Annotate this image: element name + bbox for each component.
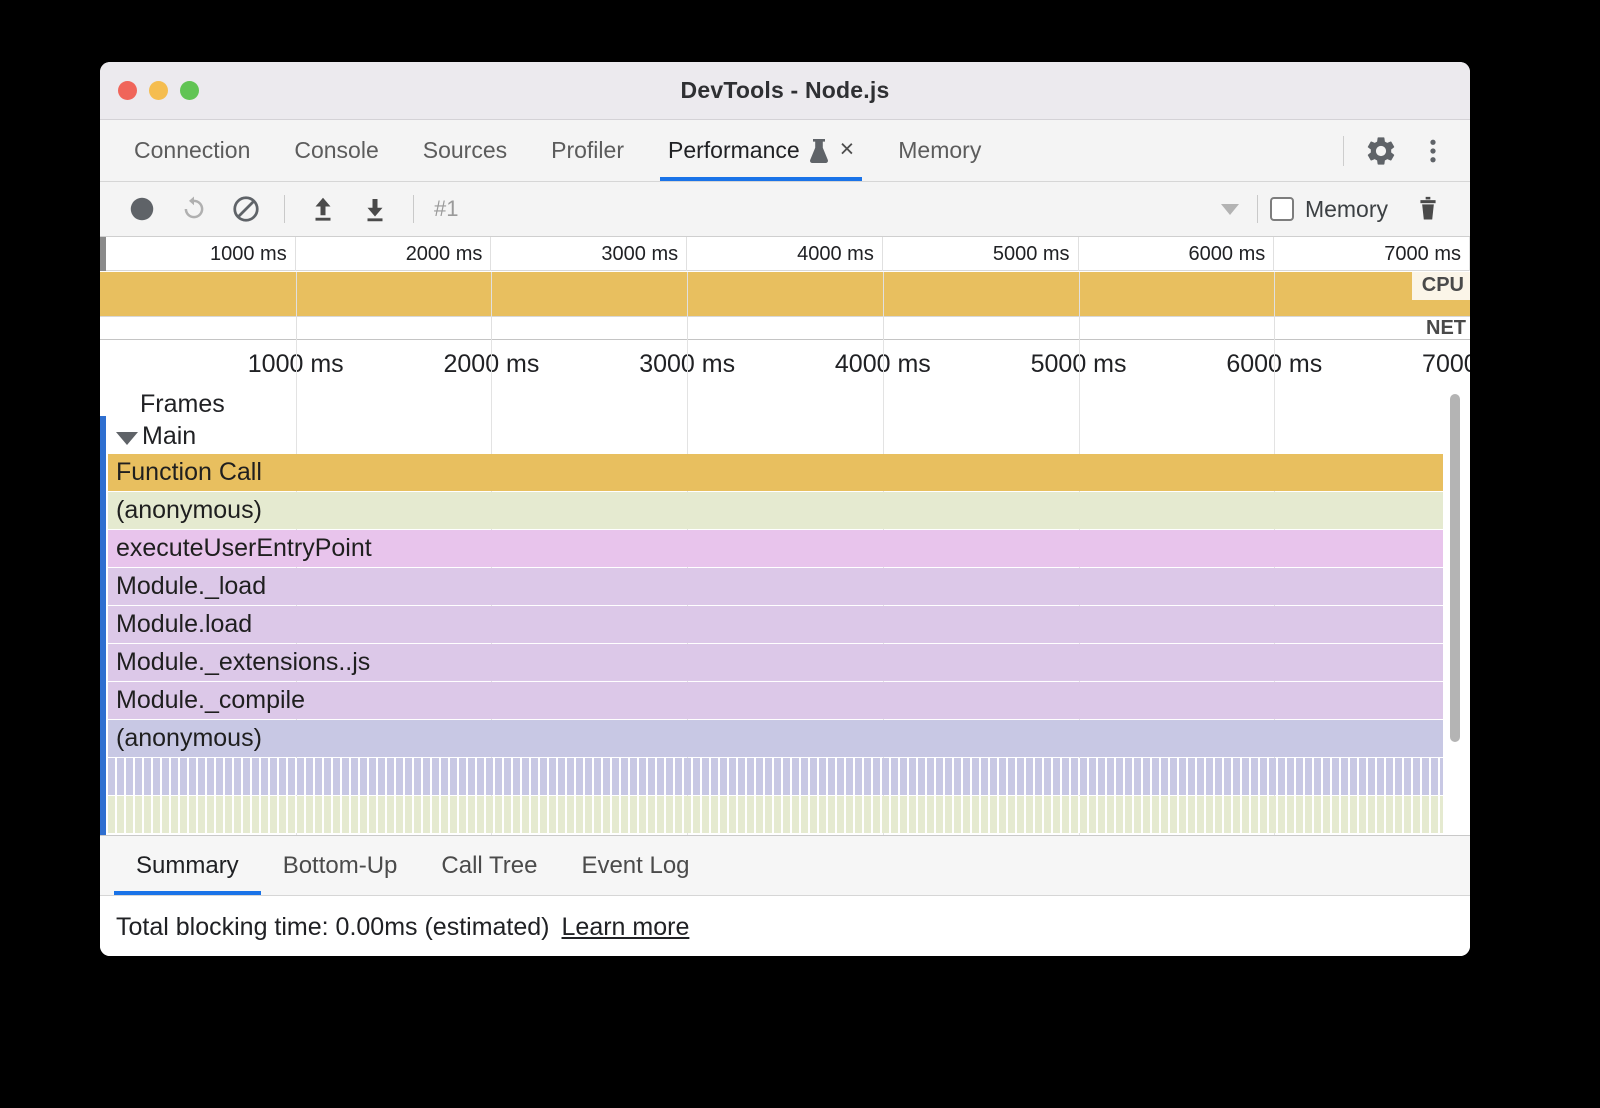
overview-tick: 2000 ms xyxy=(296,237,492,271)
tab-label: Summary xyxy=(136,852,239,880)
overview-gridline xyxy=(883,272,884,340)
details-tabbar: Summary Bottom-Up Call Tree Event Log xyxy=(100,836,1470,896)
flame-chart[interactable]: 1000 ms2000 ms3000 ms4000 ms5000 ms6000 … xyxy=(100,340,1470,836)
chevron-down-icon[interactable] xyxy=(1221,204,1239,215)
flamechart-bar[interactable]: (anonymous) xyxy=(108,720,1443,757)
overview-tick: 7000 ms xyxy=(1274,237,1470,271)
tab-label: Event Log xyxy=(581,852,689,880)
tab-label: Bottom-Up xyxy=(283,852,398,880)
devtools-window: DevTools - Node.js Connection Console So… xyxy=(100,62,1470,956)
main-track-label[interactable]: Main xyxy=(142,422,196,451)
tab-console[interactable]: Console xyxy=(272,120,400,181)
tab-performance[interactable]: Performance × xyxy=(646,120,876,181)
tab-label: Performance xyxy=(668,137,800,164)
tab-event-log[interactable]: Event Log xyxy=(559,836,711,895)
frames-track-label: Frames xyxy=(140,390,225,419)
window-title: DevTools - Node.js xyxy=(100,77,1470,104)
overview-tick: 5000 ms xyxy=(883,237,1079,271)
session-selector[interactable]: #1 xyxy=(426,196,1221,222)
tab-label: Profiler xyxy=(551,137,624,164)
overview-gridline xyxy=(296,272,297,340)
divider xyxy=(413,195,414,223)
tab-memory[interactable]: Memory xyxy=(876,120,1003,181)
tab-profiler[interactable]: Profiler xyxy=(529,120,646,181)
flask-icon xyxy=(809,138,829,164)
flamechart-striped-row[interactable] xyxy=(108,758,1443,795)
tab-label: Call Tree xyxy=(441,852,537,880)
main-track-marker xyxy=(100,416,106,835)
flamechart-scrollbar[interactable] xyxy=(1448,392,1462,744)
flamechart-bar[interactable]: Module._load xyxy=(108,568,1443,605)
divider xyxy=(1343,136,1344,166)
gear-icon[interactable] xyxy=(1364,134,1398,168)
overview-gridline xyxy=(1274,272,1275,340)
tab-connection[interactable]: Connection xyxy=(112,120,272,181)
flamechart-bar-label: Function Call xyxy=(116,458,262,487)
tab-label: Memory xyxy=(898,137,981,164)
learn-more-link[interactable]: Learn more xyxy=(562,913,690,942)
flamechart-bar-label: Module._compile xyxy=(116,686,305,715)
tab-label: Sources xyxy=(423,137,507,164)
upload-arrow-icon[interactable] xyxy=(297,189,349,229)
flamechart-tick: 7000 ms xyxy=(1422,340,1470,386)
net-track: NET xyxy=(100,316,1470,340)
memory-label: Memory xyxy=(1305,196,1388,223)
flamechart-bar[interactable]: Module.load xyxy=(108,606,1443,643)
reload-icon[interactable] xyxy=(168,189,220,229)
tab-call-tree[interactable]: Call Tree xyxy=(419,836,559,895)
summary-statusbar: Total blocking time: 0.00ms (estimated) … xyxy=(100,896,1470,956)
tab-summary[interactable]: Summary xyxy=(114,836,261,895)
overview-tick: 6000 ms xyxy=(1079,237,1275,271)
tab-bottom-up[interactable]: Bottom-Up xyxy=(261,836,420,895)
tab-sources[interactable]: Sources xyxy=(401,120,529,181)
flamechart-bar-label: Module.load xyxy=(116,610,252,639)
trash-icon[interactable] xyxy=(1402,189,1454,229)
divider xyxy=(1257,195,1258,223)
close-icon[interactable]: × xyxy=(840,137,855,162)
download-arrow-icon[interactable] xyxy=(349,189,401,229)
overview-ruler: 1000 ms2000 ms3000 ms4000 ms5000 ms6000 … xyxy=(100,237,1470,271)
tabbar-actions xyxy=(1343,120,1470,181)
flamechart-bar-label: (anonymous) xyxy=(116,496,262,525)
flamechart-bar-label: (anonymous) xyxy=(116,724,262,753)
overview-tick: 1000 ms xyxy=(100,237,296,271)
cpu-activity-band xyxy=(100,272,1470,316)
timeline-overview[interactable]: 1000 ms2000 ms3000 ms4000 ms5000 ms6000 … xyxy=(100,237,1470,340)
flamechart-bar-label: Module._load xyxy=(116,572,266,601)
flamechart-bar-label: Module._extensions..js xyxy=(116,648,370,677)
net-track-label: NET xyxy=(1426,317,1466,340)
flamechart-bar[interactable]: Module._extensions..js xyxy=(108,644,1443,681)
flamechart-bar[interactable]: Module._compile xyxy=(108,682,1443,719)
flamechart-bar[interactable]: Function Call xyxy=(108,454,1443,491)
overview-tick: 4000 ms xyxy=(687,237,883,271)
session-value: #1 xyxy=(434,196,458,222)
overview-tick: 3000 ms xyxy=(491,237,687,271)
record-circle-icon[interactable] xyxy=(116,189,168,229)
checkbox-box[interactable] xyxy=(1270,197,1294,221)
overview-gridline xyxy=(491,272,492,340)
tab-label: Connection xyxy=(134,137,250,164)
cpu-track-label: CPU xyxy=(1412,272,1470,300)
divider xyxy=(284,195,285,223)
total-blocking-time-text: Total blocking time: 0.00ms (estimated) xyxy=(116,913,550,942)
clear-prohibited-icon[interactable] xyxy=(220,189,272,229)
chevron-down-icon[interactable] xyxy=(116,432,138,445)
panel-tabbar: Connection Console Sources Profiler Perf… xyxy=(100,120,1470,182)
flamechart-striped-row[interactable] xyxy=(108,796,1443,833)
overview-gridline xyxy=(687,272,688,340)
performance-toolbar: #1 Memory xyxy=(100,182,1470,237)
flamechart-bar[interactable]: executeUserEntryPoint xyxy=(108,530,1443,567)
window-titlebar: DevTools - Node.js xyxy=(100,62,1470,120)
flamechart-bar[interactable]: (anonymous) xyxy=(108,492,1443,529)
memory-checkbox[interactable]: Memory xyxy=(1270,196,1388,223)
flamechart-ruler: 1000 ms2000 ms3000 ms4000 ms5000 ms6000 … xyxy=(100,340,1470,386)
flamechart-bar-label: executeUserEntryPoint xyxy=(116,534,372,563)
overview-gridline xyxy=(1079,272,1080,340)
more-vertical-icon[interactable] xyxy=(1418,134,1448,168)
tab-label: Console xyxy=(294,137,378,164)
